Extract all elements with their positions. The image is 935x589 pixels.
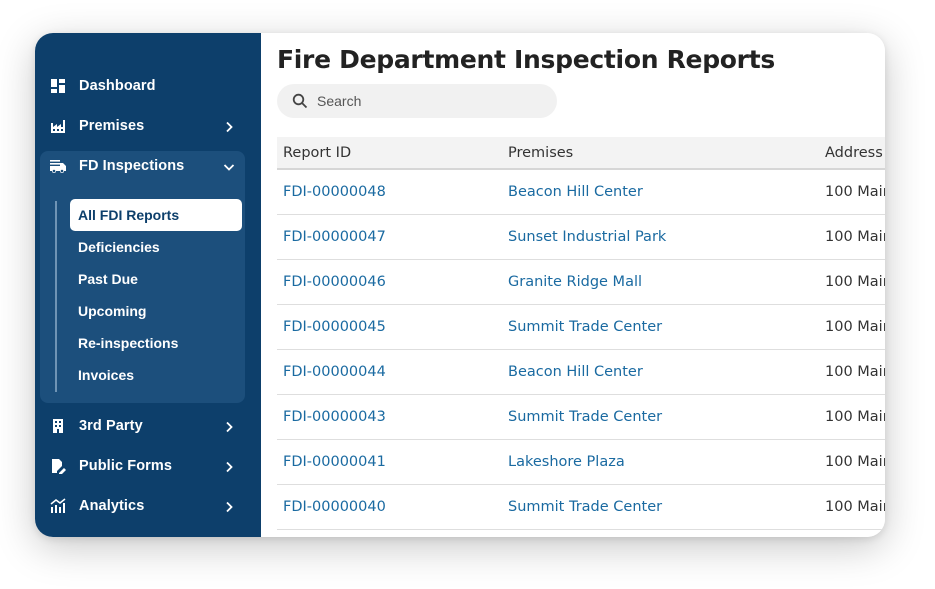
address-cell: 100 Main xyxy=(825,229,885,245)
sub-item-all-fdi-reports[interactable]: All FDI Reports xyxy=(70,199,242,231)
analytics-icon xyxy=(50,498,66,514)
address-cell: 100 Main xyxy=(825,364,885,380)
nav-analytics[interactable]: Analytics xyxy=(35,488,261,524)
table-row: FDI-00000045 Summit Trade Center 100 Mai… xyxy=(277,305,885,350)
premises-link[interactable]: Beacon Hill Center xyxy=(508,364,643,380)
table-row: FDI-00000048 Beacon Hill Center 100 Main xyxy=(277,170,885,215)
address-cell: 100 Main xyxy=(825,454,885,470)
nav-3rd-party[interactable]: 3rd Party xyxy=(35,408,261,444)
address-cell: 100 Main xyxy=(825,499,885,515)
report-id-link[interactable]: FDI-00000040 xyxy=(283,499,386,515)
column-header-address[interactable]: Address xyxy=(825,145,883,161)
chevron-right-icon xyxy=(223,420,235,433)
search-icon xyxy=(292,93,308,109)
nav-3rd-party-label: 3rd Party xyxy=(79,418,143,434)
nav-public-forms[interactable]: Public Forms xyxy=(35,448,261,484)
nav-public-forms-label: Public Forms xyxy=(79,458,173,474)
nav-dashboard[interactable]: Dashboard xyxy=(35,68,261,104)
address-cell: 100 Main xyxy=(825,319,885,335)
address-cell: 100 Main xyxy=(825,409,885,425)
premises-link[interactable]: Granite Ridge Mall xyxy=(508,274,642,290)
report-id-link[interactable]: FDI-00000044 xyxy=(283,364,386,380)
column-header-report-id[interactable]: Report ID xyxy=(283,145,351,161)
fire-truck-icon xyxy=(50,158,66,174)
sub-item-upcoming[interactable]: Upcoming xyxy=(78,303,146,319)
report-id-link[interactable]: FDI-00000041 xyxy=(283,454,386,470)
address-cell: 100 Main xyxy=(825,184,885,200)
column-header-premises[interactable]: Premises xyxy=(508,145,573,161)
report-id-link[interactable]: FDI-00000046 xyxy=(283,274,386,290)
report-id-link[interactable]: FDI-00000048 xyxy=(283,184,386,200)
app-window: Dashboard Premises All FDI Reports Defic… xyxy=(35,33,885,537)
form-edit-icon xyxy=(50,458,66,474)
sub-item-deficiencies[interactable]: Deficiencies xyxy=(78,239,160,255)
nav-premises[interactable]: Premises xyxy=(35,108,261,144)
search-bar xyxy=(277,84,557,118)
building-icon xyxy=(50,418,66,434)
table-row: FDI-00000044 Beacon Hill Center 100 Main xyxy=(277,350,885,395)
chevron-right-icon xyxy=(223,460,235,473)
sub-item-invoices[interactable]: Invoices xyxy=(78,367,134,383)
report-id-link[interactable]: FDI-00000043 xyxy=(283,409,386,425)
premises-link[interactable]: Sunset Industrial Park xyxy=(508,229,666,245)
nav-analytics-label: Analytics xyxy=(79,498,145,514)
table-row: FDI-00000041 Lakeshore Plaza 100 Main xyxy=(277,440,885,485)
main-content: Fire Department Inspection Reports Repor… xyxy=(261,33,885,537)
premises-link[interactable]: Lakeshore Plaza xyxy=(508,454,625,470)
premises-link[interactable]: Summit Trade Center xyxy=(508,499,662,515)
premises-link[interactable]: Beacon Hill Center xyxy=(508,184,643,200)
premises-link[interactable]: Summit Trade Center xyxy=(508,319,662,335)
search-input[interactable] xyxy=(317,89,537,113)
nav-fd-inspections-label: FD Inspections xyxy=(79,158,185,174)
chevron-right-icon xyxy=(223,120,235,133)
sub-item-re-inspections[interactable]: Re-inspections xyxy=(78,335,178,351)
submenu-guide-line xyxy=(55,201,57,392)
report-id-link[interactable]: FDI-00000045 xyxy=(283,319,386,335)
table-header: Report ID Premises Address xyxy=(277,137,885,170)
address-cell: 100 Main xyxy=(825,274,885,290)
chevron-down-icon xyxy=(223,160,235,172)
table-row: FDI-00000047 Sunset Industrial Park 100 … xyxy=(277,215,885,260)
nav-dashboard-label: Dashboard xyxy=(79,78,156,94)
table-row: FDI-00000040 Summit Trade Center 100 Mai… xyxy=(277,485,885,530)
dashboard-icon xyxy=(50,78,66,94)
page-title: Fire Department Inspection Reports xyxy=(277,45,775,74)
nav-fd-inspections[interactable]: FD Inspections xyxy=(35,148,261,184)
sidebar: Dashboard Premises All FDI Reports Defic… xyxy=(35,33,261,537)
fd-inspections-group: All FDI Reports Deficiencies Past Due Up… xyxy=(40,151,245,403)
factory-icon xyxy=(50,118,66,134)
report-id-link[interactable]: FDI-00000047 xyxy=(283,229,386,245)
chevron-right-icon xyxy=(223,500,235,513)
sub-item-past-due[interactable]: Past Due xyxy=(78,271,138,287)
premises-link[interactable]: Summit Trade Center xyxy=(508,409,662,425)
nav-premises-label: Premises xyxy=(79,118,145,134)
reports-table: Report ID Premises Address FDI-00000048 … xyxy=(277,137,885,530)
table-row: FDI-00000043 Summit Trade Center 100 Mai… xyxy=(277,395,885,440)
table-row: FDI-00000046 Granite Ridge Mall 100 Main xyxy=(277,260,885,305)
